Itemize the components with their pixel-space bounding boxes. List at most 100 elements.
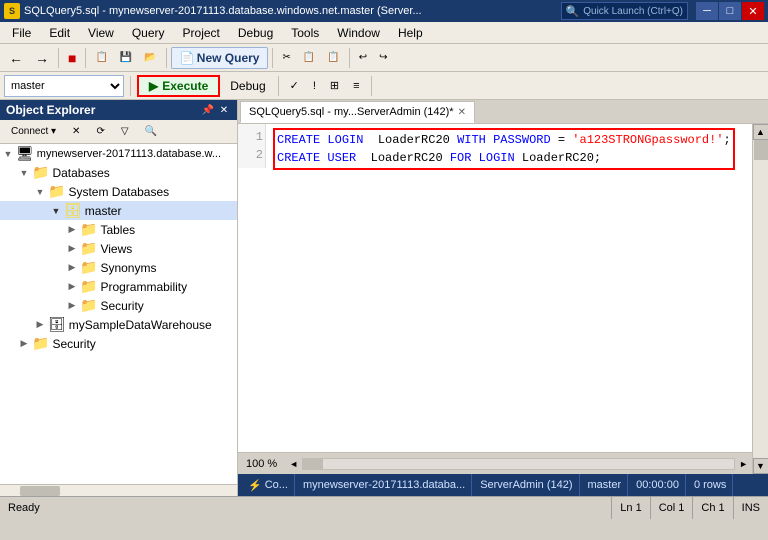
query-tab[interactable]: SQLQuery5.sql - my...ServerAdmin (142)* …: [240, 101, 475, 123]
forward-button[interactable]: →: [30, 47, 54, 69]
status-ch: Ch 1: [692, 497, 732, 519]
tree-item-programmability[interactable]: ▶ 📁 Programmability: [0, 277, 237, 296]
menu-view[interactable]: View: [80, 24, 122, 42]
scroll-down-button[interactable]: ▼: [753, 458, 768, 474]
scroll-right-arrow[interactable]: ►: [739, 459, 748, 469]
redo-button[interactable]: ↩: [354, 47, 372, 69]
oe-pin-button[interactable]: 📌: [201, 103, 215, 117]
back-icon: ←: [9, 50, 23, 66]
disconnect-button[interactable]: ✕: [65, 123, 87, 140]
code-editor[interactable]: 1 2 CREATE LOGIN LoaderRC20 WITH PASSWOR…: [238, 124, 752, 452]
toolbar-separator-1: [58, 48, 59, 68]
query-editor: 1 2 CREATE LOGIN LoaderRC20 WITH PASSWOR…: [238, 124, 752, 474]
zoom-control[interactable]: 100 %: [238, 458, 285, 470]
programmability-icon: 📁: [80, 278, 97, 295]
oe-close-button[interactable]: ✕: [217, 103, 231, 117]
status-ready: Ready: [0, 502, 611, 514]
user-info: ServerAdmin (142): [474, 474, 579, 496]
server-label: mynewserver-20171113.database.w...: [37, 148, 221, 160]
kw-password: PASSWORD: [493, 133, 551, 147]
connection-label: Co...: [265, 479, 288, 491]
menu-bar: File Edit View Query Project Debug Tools…: [0, 22, 768, 44]
menu-tools[interactable]: Tools: [283, 24, 327, 42]
h-scrollbar[interactable]: [302, 458, 735, 470]
mysample-icon: 🗄: [48, 316, 66, 333]
scroll-thumb-v: [754, 140, 768, 160]
parse-button[interactable]: !: [308, 75, 321, 97]
copy-button[interactable]: 📋: [298, 47, 320, 69]
connect-button[interactable]: Connect ▾: [4, 123, 63, 140]
h-scroll-area[interactable]: ◄ ►: [285, 458, 752, 470]
filter-button[interactable]: ▽: [114, 123, 136, 140]
line-num-1: 1: [240, 128, 263, 146]
tree-item-databases[interactable]: ▼ 📁 Databases: [0, 163, 237, 182]
tree-item-security-root[interactable]: ▶ 📁 Security: [0, 334, 237, 353]
toolbar2-separator-3: [371, 76, 372, 96]
scroll-left-arrow[interactable]: ◄: [289, 459, 298, 469]
database-selector[interactable]: master: [4, 75, 124, 97]
rows-info: 0 rows: [688, 474, 733, 496]
open-button[interactable]: 📂: [139, 47, 161, 69]
menu-debug[interactable]: Debug: [230, 24, 281, 42]
tree-item-synonyms[interactable]: ▶ 📁 Synonyms: [0, 258, 237, 277]
stop-button[interactable]: ■: [63, 47, 81, 69]
expand-views-icon: ▶: [64, 243, 80, 254]
back-button[interactable]: ←: [4, 47, 28, 69]
oe-h-scrollbar[interactable]: [0, 484, 237, 496]
tree-item-security-master[interactable]: ▶ 📁 Security: [0, 296, 237, 315]
oe-scroll-thumb: [20, 486, 60, 496]
menu-project[interactable]: Project: [175, 24, 228, 42]
document-icon: 📄: [180, 51, 195, 65]
play-icon: ▶: [149, 79, 158, 93]
forward-icon: →: [35, 50, 49, 66]
menu-edit[interactable]: Edit: [41, 24, 78, 42]
menu-file[interactable]: File: [4, 24, 39, 42]
kw-login: LOGIN: [327, 133, 363, 147]
refresh-button[interactable]: ⟳: [89, 123, 111, 140]
undo-button[interactable]: 📋: [90, 47, 112, 69]
tab-label: SQLQuery5.sql - my...ServerAdmin (142)*: [249, 106, 454, 118]
menu-help[interactable]: Help: [390, 24, 431, 42]
time-value: 00:00:00: [636, 479, 679, 491]
save-button[interactable]: 💾: [115, 47, 137, 69]
line-num-2: 2: [240, 146, 263, 164]
tree-item-master[interactable]: ▼ 🗄 master: [0, 201, 237, 220]
undo2-button[interactable]: ↪: [374, 47, 392, 69]
code-highlight-box: CREATE LOGIN LoaderRC20 WITH PASSWORD = …: [273, 128, 735, 170]
cut-button[interactable]: ✂: [277, 47, 295, 69]
toolbar-separator-2: [85, 48, 86, 68]
kw-user: USER: [327, 151, 356, 165]
v-scrollbar[interactable]: ▲ ▼: [752, 124, 768, 474]
maximize-button[interactable]: □: [719, 2, 741, 20]
new-query-label: New Query: [197, 51, 260, 65]
tree-item-tables[interactable]: ▶ 📁 Tables: [0, 220, 237, 239]
status-bar: Ready Ln 1 Col 1 Ch 1 INS: [0, 496, 768, 518]
code-content[interactable]: CREATE LOGIN LoaderRC20 WITH PASSWORD = …: [267, 124, 752, 452]
scroll-up-button[interactable]: ▲: [753, 124, 768, 140]
tab-close-button[interactable]: ✕: [458, 107, 466, 118]
editor-statusbar: 100 % ◄ ►: [238, 452, 752, 474]
results-grid-button[interactable]: ⊞: [325, 75, 344, 97]
menu-window[interactable]: Window: [329, 24, 388, 42]
results-text-button[interactable]: ≡: [348, 75, 364, 97]
object-explorer-toolbar: Connect ▾ ✕ ⟳ ▽ 🔍: [0, 120, 237, 144]
search-oe-button[interactable]: 🔍: [138, 123, 164, 140]
tree-item-server[interactable]: ▼ 🖥 mynewserver-20171113.database.w...: [0, 144, 237, 163]
menu-query[interactable]: Query: [124, 24, 173, 42]
quick-launch[interactable]: 🔍 Quick Launch (Ctrl+Q): [561, 2, 688, 20]
tree-item-views[interactable]: ▶ 📁 Views: [0, 239, 237, 258]
close-button[interactable]: ✕: [742, 2, 764, 20]
tab-bar: SQLQuery5.sql - my...ServerAdmin (142)* …: [238, 100, 768, 124]
tree-item-mysample[interactable]: ▶ 🗄 mySampleDataWarehouse: [0, 315, 237, 334]
new-query-button[interactable]: 📄 New Query: [171, 47, 269, 69]
expand-synonyms-icon: ▶: [64, 262, 80, 273]
paste-button[interactable]: 📋: [322, 47, 344, 69]
title-bar-left: S SQLQuery5.sql - mynewserver-20171113.d…: [4, 3, 422, 19]
execute-button[interactable]: ▶ Execute: [137, 75, 220, 97]
programmability-label: Programmability: [100, 280, 187, 294]
tree-item-system-databases[interactable]: ▼ 📁 System Databases: [0, 182, 237, 201]
minimize-button[interactable]: ─: [696, 2, 718, 20]
stop-icon: ■: [68, 50, 76, 66]
debug-label[interactable]: Debug: [224, 79, 271, 93]
check-button[interactable]: ✓: [285, 75, 304, 97]
